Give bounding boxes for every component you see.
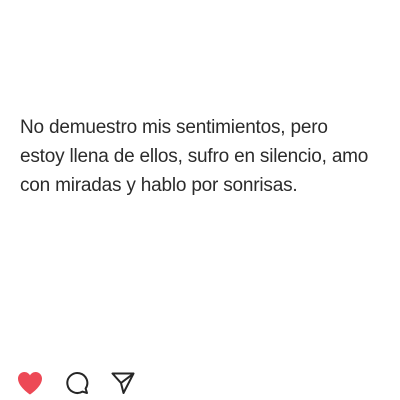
share-button[interactable] [110, 370, 136, 396]
heart-icon [18, 372, 42, 395]
quote-line-1: No demuestro mis sentimientos, pero [20, 117, 328, 138]
quote-line-2: estoy llena de ellos, sufro en silencio,… [20, 146, 369, 167]
comment-bubble-icon [66, 372, 89, 394]
post-card: No demuestro mis sentimientos, pero esto… [0, 0, 400, 400]
like-button[interactable] [16, 370, 44, 396]
post-action-bar [16, 366, 136, 400]
paper-plane-icon [111, 372, 135, 394]
post-quote-text: No demuestro mis sentimientos, pero esto… [20, 113, 390, 200]
quote-line-3: con miradas y hablo por sonrisas. [20, 175, 298, 196]
comment-button[interactable] [64, 370, 90, 396]
